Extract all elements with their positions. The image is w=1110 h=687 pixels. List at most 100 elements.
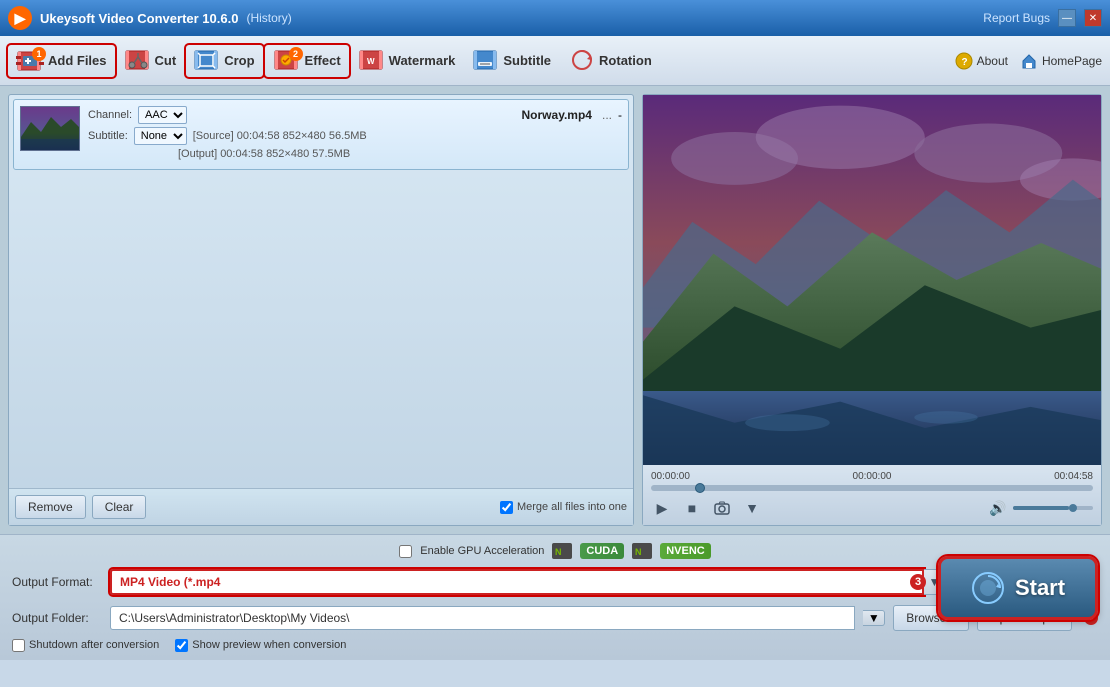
volume-thumb[interactable] [1069,504,1077,512]
time-middle: 00:00:00 [853,471,892,482]
file-dash: - [618,108,622,122]
channel-select[interactable]: AAC [138,106,187,124]
file-list: Channel: AAC Norway.mp4 ... - Subtitle: … [9,95,633,488]
title-bar: ▶ Ukeysoft Video Converter 10.6.0 (Histo… [0,0,1110,36]
bottom-section: Enable GPU Acceleration N CUDA N NVENC O… [0,534,1110,660]
preview-panel: 00:00:00 00:00:00 00:04:58 ▶ ■ [642,94,1102,526]
options-row: Shutdown after conversion Show preview w… [12,639,1098,652]
watermark-label: Watermark [389,53,456,68]
svg-text:?: ? [961,57,967,68]
volume-icon[interactable]: 🔊 [987,497,1009,519]
screenshot-button[interactable] [711,497,733,519]
remove-button[interactable]: Remove [15,495,86,519]
about-button[interactable]: ? About [955,52,1008,70]
play-button[interactable]: ▶ [651,497,673,519]
format-select-container: MP4 Video (*.mp4 3 ▼ [110,569,946,595]
app-history[interactable]: (History) [246,11,291,25]
gpu-row: Enable GPU Acceleration N CUDA N NVENC [12,543,1098,559]
toolbar: 1 Add Files Cut [0,36,1110,86]
rotation-button[interactable]: Rotation [561,45,660,77]
start-icon [971,571,1005,605]
channel-label: Channel: [88,109,132,121]
subtitle-icon [473,49,499,73]
minimize-button[interactable]: — [1058,9,1076,27]
seek-thumb[interactable] [695,483,705,493]
merge-checkbox[interactable] [500,501,513,514]
svg-text:W: W [367,57,375,66]
rotation-label: Rotation [599,53,652,68]
folder-label: Output Folder: [12,611,102,625]
svg-text:N: N [635,547,642,557]
effect-label: Effect [305,53,341,68]
homepage-icon [1020,52,1038,70]
report-bugs-link[interactable]: Report Bugs [983,11,1050,25]
cuda-badge: CUDA [580,543,624,559]
format-select[interactable]: MP4 Video (*.mp4 [110,569,924,595]
subtitle-select[interactable]: None [134,127,187,145]
file-name: Norway.mp4 [522,108,592,122]
preview-video [643,95,1101,465]
cut-label: Cut [155,53,177,68]
subtitle-label: Subtitle: [88,130,128,142]
crop-button[interactable]: Crop [186,45,262,77]
nvenc-badge: NVENC [660,543,711,559]
format-label: Output Format: [12,575,102,589]
main-content: Channel: AAC Norway.mp4 ... - Subtitle: … [0,86,1110,534]
camera-icon [713,500,731,516]
source-info: [Source] 00:04:58 852×480 56.5MB [193,130,367,142]
preview-option: Show preview when conversion [175,639,346,652]
about-label: About [977,54,1008,68]
svg-text:N: N [555,547,562,557]
add-files-label: Add Files [48,53,107,68]
cut-icon [125,49,151,73]
watermark-icon: W [359,49,385,73]
seek-bar[interactable] [651,485,1093,491]
add-files-button[interactable]: 1 Add Files [8,45,115,77]
homepage-label: HomePage [1042,54,1102,68]
start-button-container: Start [938,556,1098,620]
file-item[interactable]: Channel: AAC Norway.mp4 ... - Subtitle: … [13,99,629,170]
start-label: Start [1015,575,1065,601]
add-files-badge: 1 [32,47,46,61]
homepage-button[interactable]: HomePage [1020,52,1102,70]
nvidia-logo-1: N [552,543,572,559]
format-row: Output Format: MP4 Video (*.mp4 3 ▼ Outp… [12,567,1098,597]
about-icon: ? [955,52,973,70]
clear-button[interactable]: Clear [92,495,147,519]
shutdown-option: Shutdown after conversion [12,639,159,652]
effect-badge: 2 [289,47,303,61]
file-panel-bottom: Remove Clear Merge all files into one [9,488,633,525]
folder-dropdown-button[interactable]: ▼ [863,610,885,626]
effect-button[interactable]: 2 Effect [265,45,349,77]
watermark-button[interactable]: W Watermark [351,45,464,77]
subtitle-button[interactable]: Subtitle [465,45,559,77]
file-info: Channel: AAC Norway.mp4 ... - Subtitle: … [88,106,622,163]
file-options[interactable]: ... [602,108,612,122]
preview-checkbox[interactable] [175,639,188,652]
close-button[interactable]: ✕ [1084,9,1102,27]
stop-button[interactable]: ■ [681,497,703,519]
volume-bar[interactable] [1013,506,1093,510]
shutdown-checkbox[interactable] [12,639,25,652]
volume-fill [1013,506,1069,510]
nvidia-logo-2: N [632,543,652,559]
folder-input[interactable] [110,606,855,630]
crop-label: Crop [224,53,254,68]
folder-row: Output Folder: ▼ Browse... Open Output 6 [12,605,1098,631]
gpu-label: Enable GPU Acceleration [420,545,544,557]
start-button[interactable]: Start [938,556,1098,620]
shutdown-label: Shutdown after conversion [29,639,159,651]
cut-button[interactable]: Cut [117,45,185,77]
preview-label: Show preview when conversion [192,639,346,651]
format-badge: 3 [910,574,926,590]
dropdown-button[interactable]: ▼ [741,497,763,519]
time-current: 00:00:00 [651,471,690,482]
subtitle-label: Subtitle [503,53,551,68]
gpu-checkbox[interactable] [399,545,412,558]
merge-label: Merge all files into one [517,501,627,513]
time-end: 00:04:58 [1054,471,1093,482]
format-value: MP4 Video (*.mp4 [120,575,220,589]
rotation-icon [569,49,595,73]
app-title: Ukeysoft Video Converter 10.6.0 [40,11,238,26]
output-info: [Output] 00:04:58 852×480 57.5MB [178,148,350,160]
